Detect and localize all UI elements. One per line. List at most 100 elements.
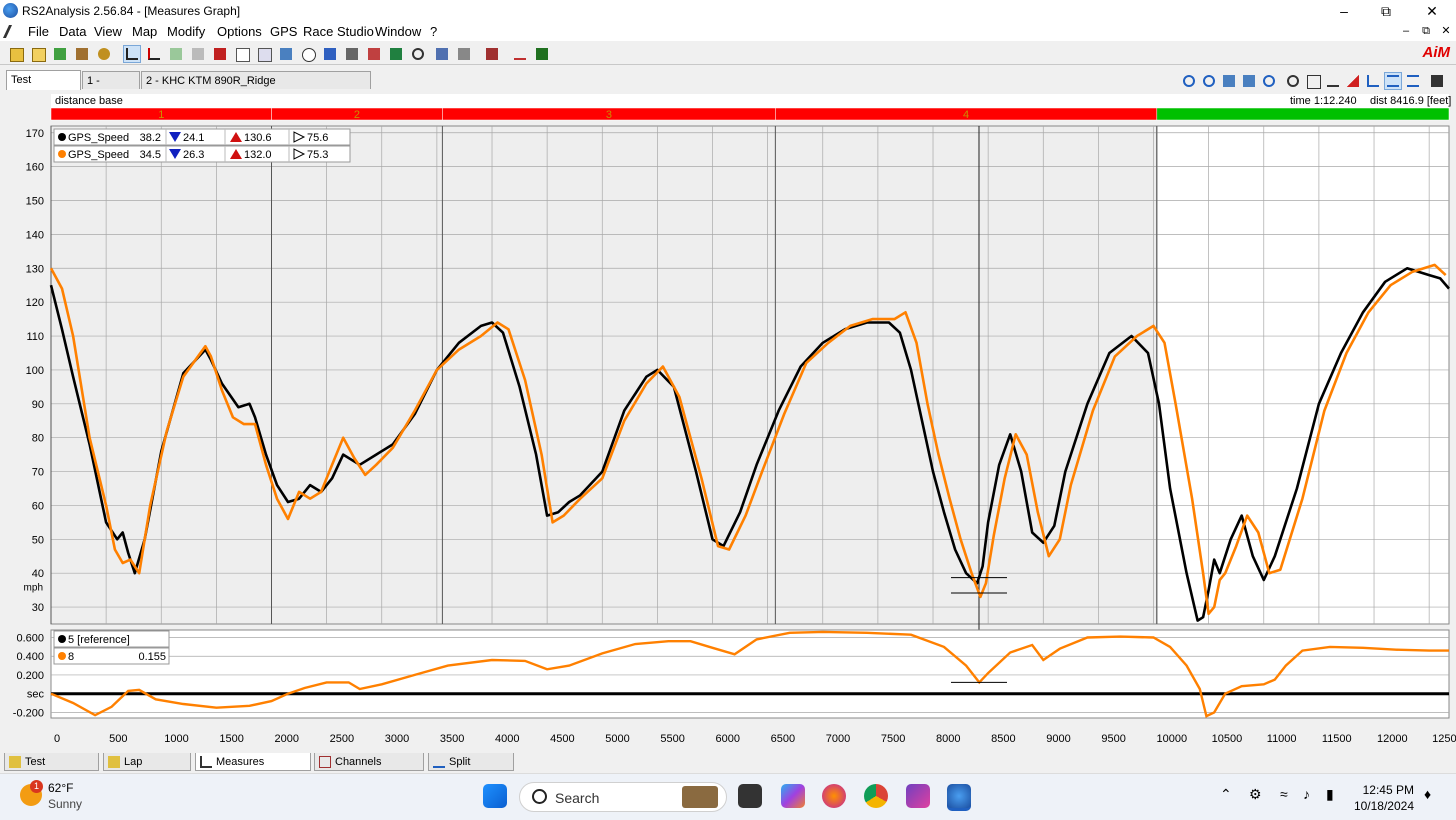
tab-measures-graph[interactable]: Measures Graph✖ <box>195 753 311 786</box>
clock-time: 12:45 PM <box>1362 783 1414 797</box>
mdi-restore-icon[interactable]: ⧉ <box>1418 22 1434 40</box>
expand-icon[interactable] <box>1304 72 1322 90</box>
tab-channels-report[interactable]: Channels report✖ <box>314 753 424 786</box>
search-highlight-icon <box>682 786 718 808</box>
graph-svg[interactable]: distance base time 1:12.240 dist 8416.9 … <box>0 90 1456 750</box>
minimize-icon[interactable]: – <box>1322 2 1366 20</box>
battery-icon[interactable]: ▮ <box>1326 786 1334 803</box>
report-icon <box>319 756 331 768</box>
trend-icon[interactable] <box>511 45 529 63</box>
y-tick-label: 110 <box>26 331 44 343</box>
folder-icon[interactable] <box>29 45 47 63</box>
clock-icon[interactable] <box>1284 72 1302 90</box>
copilot-icon[interactable] <box>781 784 805 808</box>
tab-split-report[interactable]: Split report✖ <box>428 753 514 786</box>
wifi-icon[interactable]: ≈ <box>1280 786 1288 802</box>
menu-help[interactable]: ? <box>430 24 437 39</box>
menu-race-studio[interactable]: Race Studio <box>303 24 374 39</box>
close-icon[interactable]: ✕ <box>1410 2 1454 20</box>
y-tick-label: 50 <box>32 534 44 546</box>
zoom-in-icon[interactable] <box>1180 72 1198 90</box>
firefox-icon[interactable] <box>822 784 846 808</box>
print-icon[interactable] <box>455 45 473 63</box>
legend-value: 38.2 <box>140 132 161 144</box>
rs2analysis-taskbar-icon[interactable] <box>947 784 971 811</box>
line-graph-icon[interactable] <box>123 45 141 63</box>
wrench-icon[interactable] <box>321 45 339 63</box>
formula-icon[interactable] <box>483 45 501 63</box>
tab-ridge-road[interactable]: 2 - KHC KTM 890R_Ridge Road_Race_a_0016✖ <box>141 71 371 105</box>
volume-icon[interactable]: ♪ <box>1303 786 1310 802</box>
math-icon[interactable] <box>343 45 361 63</box>
y-unit-label: mph <box>24 583 43 594</box>
menu-window[interactable]: Window <box>375 24 421 39</box>
x-tick-label: 3500 <box>440 733 464 745</box>
menu-map[interactable]: Map <box>132 24 157 39</box>
open-folder-icon[interactable] <box>7 45 25 63</box>
tab-1611[interactable]: 1 - 1611✖ <box>82 71 140 105</box>
tab-test-database[interactable]: Test Database <box>4 753 99 786</box>
task-view-icon[interactable] <box>738 784 762 808</box>
chrome-icon[interactable] <box>864 784 888 808</box>
preview-icon[interactable] <box>433 45 451 63</box>
delta-tick-label: sec <box>27 689 45 701</box>
download-icon[interactable] <box>51 45 69 63</box>
menu-view[interactable]: View <box>94 24 122 39</box>
delta-tick-label: 0.600 <box>16 632 44 644</box>
zoom-up-icon[interactable] <box>1220 72 1238 90</box>
window-title: RS2Analysis 2.56.84 - [Measures Graph] <box>22 4 241 18</box>
report-icon[interactable] <box>233 45 251 63</box>
axis-icon[interactable] <box>1364 72 1382 90</box>
path-icon[interactable] <box>409 45 427 63</box>
lap-segment[interactable] <box>1156 107 1450 121</box>
lap-segment-label: 4 <box>963 109 969 121</box>
mdi-minimize-icon[interactable]: – <box>1398 22 1414 40</box>
notification-bell-icon[interactable]: ♦ <box>1424 786 1431 802</box>
restore-icon[interactable]: ⧉ <box>1364 2 1408 20</box>
delta-plot[interactable]: -0.200 sec 0.200 0.400 0.600 <box>13 629 1450 719</box>
mdi-close-icon[interactable]: ✕ <box>1438 22 1454 40</box>
overlay-icon[interactable] <box>1324 72 1342 90</box>
delta-legend-value: 0.155 <box>138 651 166 663</box>
triangle-icon[interactable] <box>1344 72 1362 90</box>
menu-data[interactable]: Data <box>59 24 86 39</box>
chevron-up-icon[interactable]: ⌃ <box>1220 786 1232 803</box>
import-icon[interactable] <box>73 45 91 63</box>
lap-bar[interactable]: 1 2 3 4 <box>50 107 1450 121</box>
zoom-fit-icon[interactable] <box>1200 72 1218 90</box>
track-icon[interactable] <box>365 45 383 63</box>
settings-wrench-icon[interactable] <box>1428 72 1446 90</box>
tab-lap-manager[interactable]: Lap Manager <box>103 753 191 786</box>
clipchamp-icon[interactable] <box>906 784 930 808</box>
list-icon[interactable] <box>1404 72 1422 90</box>
zoom-out-icon[interactable] <box>1260 72 1278 90</box>
network-shield-icon[interactable]: ⚙ <box>1249 786 1262 803</box>
histogram-icon[interactable] <box>167 45 185 63</box>
tag-icon[interactable] <box>387 45 405 63</box>
menu-options[interactable]: Options <box>217 24 262 39</box>
graph-icon[interactable] <box>145 45 163 63</box>
tab-test-compare[interactable]: Test compare <box>6 70 81 104</box>
menu-modify[interactable]: Modify <box>167 24 205 39</box>
base-label: distance base <box>55 95 123 107</box>
header-strip <box>51 94 1449 108</box>
menu-file[interactable]: File <box>28 24 49 39</box>
video-icon[interactable] <box>533 45 551 63</box>
speed-legend: GPS_Speed 38.2 24.1 130.6 75.6 GPS_Speed 34.5 2… <box>53 128 351 163</box>
x-tick-label: 1500 <box>219 733 243 745</box>
clock[interactable]: 12:45 PM 10/18/2024 <box>1354 782 1414 814</box>
key-icon[interactable] <box>95 45 113 63</box>
stack-icon[interactable] <box>1384 72 1402 90</box>
search-box[interactable]: Search <box>519 782 727 812</box>
x-tick-label: 4000 <box>495 733 519 745</box>
zoom-down-icon[interactable] <box>1240 72 1258 90</box>
start-icon[interactable] <box>483 784 507 808</box>
scatter-icon[interactable] <box>189 45 207 63</box>
main-toolbar: AiM <box>0 42 1456 65</box>
channels-icon[interactable] <box>277 45 295 63</box>
split-icon[interactable] <box>211 45 229 63</box>
menu-gps[interactable]: GPS <box>270 24 297 39</box>
gauge-icon[interactable] <box>299 45 317 63</box>
x-tick-label: 8000 <box>936 733 960 745</box>
table-icon[interactable] <box>255 45 273 63</box>
